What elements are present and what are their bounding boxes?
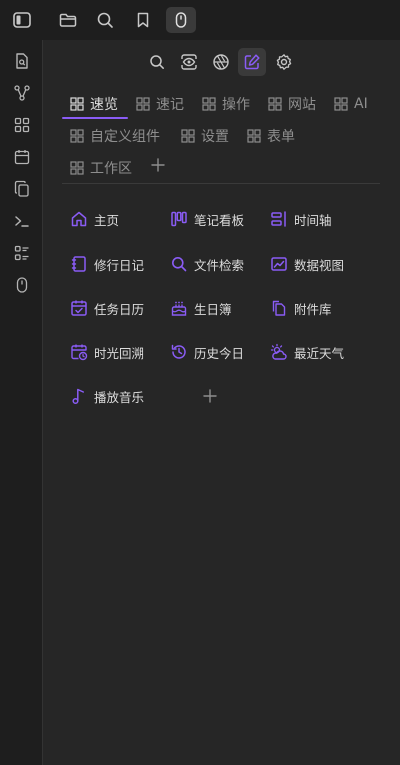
- widget-label: 笔记看板: [194, 212, 245, 228]
- search-icon: [170, 255, 188, 273]
- file-search-icon[interactable]: [11, 50, 33, 72]
- tab-forms[interactable]: 表单: [247, 125, 295, 147]
- grid-icon: [181, 129, 195, 143]
- left-ribbon: [0, 40, 43, 765]
- widget-label: 播放音乐: [94, 389, 145, 405]
- widget-home[interactable]: 主页: [70, 207, 119, 231]
- grid-icon: [70, 97, 84, 111]
- tab-label: 操作: [222, 97, 250, 113]
- grid-icon[interactable]: [11, 114, 33, 136]
- widget-attachment-library[interactable]: 附件库: [270, 296, 332, 320]
- graph-icon[interactable]: [11, 82, 33, 104]
- grid-icon: [70, 161, 84, 175]
- gear-icon[interactable]: [270, 48, 298, 76]
- tab-ai[interactable]: AI: [334, 93, 368, 115]
- widget-task-calendar[interactable]: 任务日历: [70, 296, 144, 320]
- tab-label: 设置: [201, 129, 229, 145]
- tab-quick-note[interactable]: 速记: [136, 93, 184, 115]
- tab-label: 表单: [267, 129, 295, 145]
- widget-timeline[interactable]: 时间轴: [270, 207, 332, 231]
- active-tab-indicator: [62, 117, 128, 119]
- kanban-icon: [170, 210, 188, 228]
- tab-label: 网站: [288, 97, 316, 113]
- timeline-icon: [270, 210, 288, 228]
- add-widget-icon[interactable]: [202, 388, 218, 404]
- tab-label: 自定义组件: [90, 129, 160, 145]
- widget-label: 最近天气: [294, 345, 345, 361]
- calendar-clock-icon: [70, 343, 88, 361]
- music-icon: [70, 387, 88, 405]
- widget-label: 生日簿: [194, 301, 232, 317]
- copy-icon[interactable]: [11, 178, 33, 200]
- widget-file-search[interactable]: 文件检索: [170, 252, 244, 276]
- mouse-icon[interactable]: [11, 274, 33, 296]
- aperture-icon[interactable]: [207, 48, 235, 76]
- widget-note-kanban[interactable]: 笔记看板: [170, 207, 244, 231]
- widget-birthday-book[interactable]: 生日簿: [170, 296, 232, 320]
- sidebar-toggle-icon[interactable]: [9, 7, 35, 33]
- mouse-icon[interactable]: [166, 7, 196, 33]
- widget-label: 主页: [94, 212, 120, 228]
- widget-label: 时间轴: [294, 212, 332, 228]
- widget-label: 文件检索: [194, 257, 245, 273]
- edit-icon[interactable]: [238, 48, 266, 76]
- tab-workspace[interactable]: 工作区: [70, 157, 132, 179]
- widget-recent-weather[interactable]: 最近天气: [270, 340, 344, 364]
- widget-history-today[interactable]: 历史今日: [170, 340, 244, 364]
- cake-icon: [170, 299, 188, 317]
- notebook-icon: [70, 255, 88, 273]
- search-icon[interactable]: [143, 48, 171, 76]
- widget-label: 数据视图: [294, 257, 345, 273]
- tab-websites[interactable]: 网站: [268, 93, 316, 115]
- calendar-check-icon: [70, 299, 88, 317]
- grid-icon: [334, 97, 348, 111]
- home-icon: [70, 210, 88, 228]
- widget-label: 时光回溯: [94, 345, 145, 361]
- divider: [62, 183, 380, 184]
- calendar-icon[interactable]: [11, 146, 33, 168]
- grid-icon: [247, 129, 261, 143]
- weather-icon: [270, 343, 288, 361]
- grid-icon: [70, 129, 84, 143]
- terminal-icon[interactable]: [11, 210, 33, 232]
- widget-time-rewind[interactable]: 时光回溯: [70, 340, 144, 364]
- top-bar: [0, 0, 400, 40]
- history-icon: [170, 343, 188, 361]
- tab-label: AI: [354, 96, 368, 112]
- tab-overview[interactable]: 速览: [70, 93, 118, 115]
- grid-icon: [136, 97, 150, 111]
- widget-play-music[interactable]: 播放音乐: [70, 384, 144, 408]
- tab-settings[interactable]: 设置: [181, 125, 229, 147]
- widget-practice-diary[interactable]: 修行日记: [70, 252, 144, 276]
- tab-label: 速记: [156, 97, 184, 113]
- grid-icon: [268, 97, 282, 111]
- files-icon: [270, 299, 288, 317]
- widget-data-view[interactable]: 数据视图: [270, 252, 344, 276]
- grid-icon: [202, 97, 216, 111]
- widget-label: 历史今日: [194, 345, 245, 361]
- bookmark-icon[interactable]: [130, 7, 156, 33]
- tab-actions[interactable]: 操作: [202, 93, 250, 115]
- tab-label: 速览: [90, 97, 118, 113]
- tab-label: 工作区: [90, 161, 132, 177]
- widget-label: 修行日记: [94, 257, 145, 273]
- chart-icon: [270, 255, 288, 273]
- tab-custom-widgets[interactable]: 自定义组件: [70, 125, 160, 147]
- folder-icon[interactable]: [55, 7, 81, 33]
- scan-eye-icon[interactable]: [175, 48, 203, 76]
- main-panel: 速览 速记 操作 网站 AI 自定义组件 设置 表单 工作区 主页 笔记看板 时…: [44, 40, 400, 765]
- widget-label: 附件库: [294, 301, 332, 317]
- widget-label: 任务日历: [94, 301, 145, 317]
- list-checks-icon[interactable]: [11, 242, 33, 264]
- add-tab-icon[interactable]: [150, 157, 166, 173]
- search-icon[interactable]: [92, 7, 118, 33]
